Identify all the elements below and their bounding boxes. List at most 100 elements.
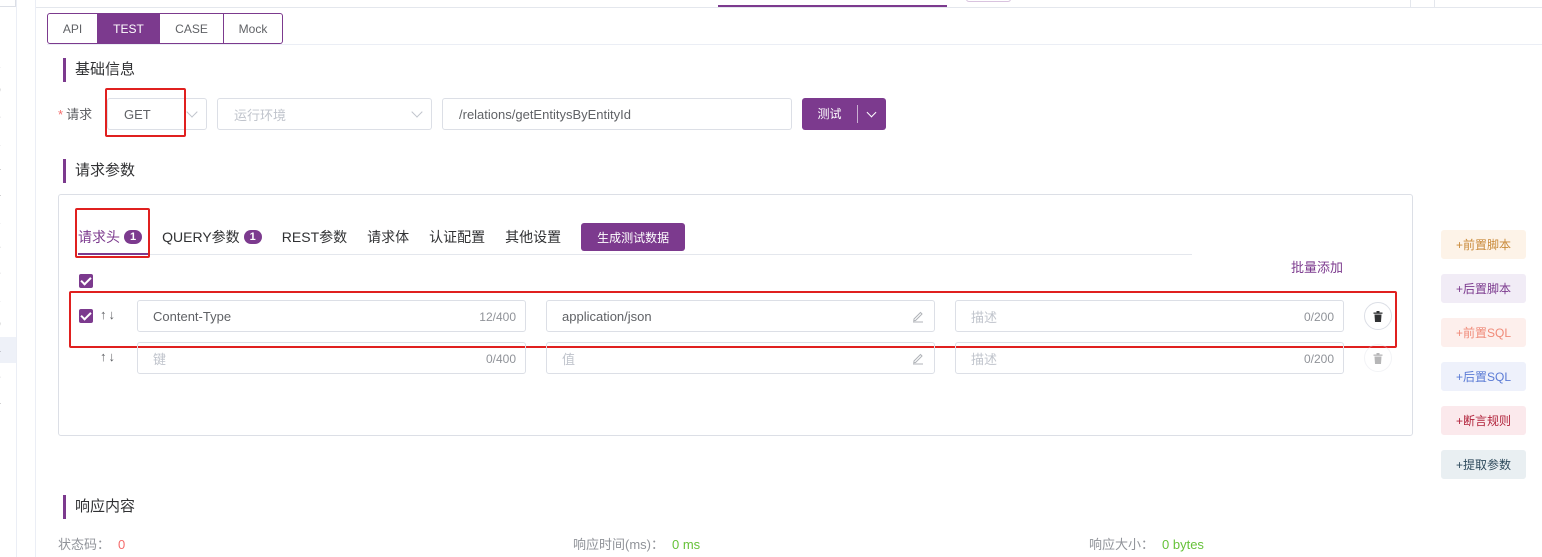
status-code-label: 状态码：: [58, 537, 111, 552]
active-tab-underline: [78, 253, 148, 255]
environment-placeholder: 运行环境: [234, 107, 287, 123]
add-post-sql-button[interactable]: +后置SQL: [1441, 362, 1526, 391]
params-tabs: 请求头 1 QUERY参数 1 REST参数 请求体 认证配置 其他设置 生成测试数…: [78, 222, 686, 252]
generate-test-data-button[interactable]: 生成测试数据: [581, 223, 686, 251]
description-input[interactable]: 描述 0/200: [955, 342, 1344, 374]
description-input[interactable]: 描述 0/200: [955, 300, 1344, 332]
tab-headers[interactable]: 请求头 1: [78, 223, 143, 251]
top-tab-strip: [36, 0, 1542, 8]
add-pre-script-button[interactable]: +前置脚本: [1441, 230, 1526, 259]
section-title-request-params: 请求参数: [63, 159, 135, 183]
row-checkbox[interactable]: [79, 309, 93, 323]
tab-stub[interactable]: [966, 0, 1011, 2]
gutter-number: 4: [0, 343, 16, 357]
tab-api[interactable]: API: [47, 13, 98, 44]
delete-row-button[interactable]: [1364, 344, 1392, 372]
batch-add-link[interactable]: 批量添加: [1291, 257, 1343, 276]
delete-row-button[interactable]: [1364, 302, 1392, 330]
url-value: /relations/getEntitysByEntityId: [459, 106, 631, 122]
tab-label: 其他设置: [505, 229, 562, 245]
value-placeholder: 值: [562, 351, 576, 367]
gutter-number: 4: [0, 161, 16, 175]
value-text: application/json: [562, 308, 652, 324]
gutter-number: 4: [0, 187, 16, 201]
gutter-number: 4: [0, 395, 16, 409]
edit-icon[interactable]: [912, 351, 924, 365]
gutter-number: 2: [0, 213, 16, 227]
test-dropdown-chevron-icon[interactable]: [858, 98, 886, 130]
response-size-label: 响应大小：: [1089, 537, 1155, 552]
add-pre-sql-button[interactable]: +前置SQL: [1441, 318, 1526, 347]
gutter-number: 5: [0, 239, 16, 253]
section-title-basic-info: 基础信息: [63, 58, 135, 82]
add-post-script-button[interactable]: +后置脚本: [1441, 274, 1526, 303]
tabs-baseline: [78, 254, 1192, 255]
char-count: 12/400: [479, 310, 516, 324]
tab-request-body[interactable]: 请求体: [367, 223, 409, 251]
chevron-down-icon: [186, 106, 198, 118]
tab-auth-config[interactable]: 认证配置: [429, 223, 485, 251]
test-button[interactable]: 测试: [802, 98, 886, 130]
char-count: 0/200: [1303, 310, 1334, 324]
mode-tabs: API TEST CASE Mock: [47, 13, 283, 44]
tab-label: 请求头: [78, 229, 120, 245]
key-placeholder: 键: [153, 351, 167, 367]
status-code-value: 0: [118, 537, 126, 552]
trash-icon: [1373, 352, 1383, 364]
method-select[interactable]: GET: [107, 98, 207, 130]
response-size: 响应大小： 0 bytes: [1089, 534, 1204, 553]
tab-case[interactable]: CASE: [160, 13, 224, 44]
test-button-label: 测试: [802, 105, 858, 123]
gutter-number: 1: [0, 135, 16, 149]
required-mark: *: [58, 107, 64, 122]
description-placeholder: 描述: [971, 351, 998, 367]
gutter-number: 2: [0, 57, 16, 71]
tab-label: 请求体: [367, 229, 410, 245]
tab-other-settings[interactable]: 其他设置: [505, 223, 561, 251]
active-tab-indicator: [718, 5, 947, 7]
response-size-value: 0 bytes: [1162, 537, 1204, 552]
gutter-number: 0: [0, 317, 16, 331]
gutter-number: 2: [0, 291, 16, 305]
add-extract-params-button[interactable]: +提取参数: [1441, 450, 1526, 479]
method-value: GET: [124, 106, 151, 122]
url-input[interactable]: /relations/getEntitysByEntityId: [442, 98, 792, 130]
header-value-input[interactable]: 值: [546, 342, 935, 374]
gutter-number: 6: [0, 109, 16, 123]
response-time-value: 0 ms: [672, 537, 701, 552]
gutter-number: 0: [0, 83, 16, 97]
header-key-input[interactable]: Content-Type 12/400: [137, 300, 526, 332]
header-value-input[interactable]: application/json: [546, 300, 935, 332]
tab-label: 认证配置: [429, 229, 486, 245]
tab-label: QUERY参数: [162, 229, 240, 245]
gutter-number: 6: [0, 265, 16, 279]
environment-select[interactable]: 运行环境: [217, 98, 432, 130]
tab-rest-params[interactable]: REST参数: [282, 223, 347, 251]
section-title-response: 响应内容: [63, 495, 135, 519]
tab-mock[interactable]: Mock: [224, 13, 283, 44]
sort-arrows-icon[interactable]: ↑↓: [100, 307, 117, 322]
tab-label: REST参数: [281, 229, 348, 245]
gutter-number: 6: [0, 369, 16, 383]
response-time: 响应时间(ms)： 0 ms: [573, 534, 700, 553]
sort-arrows-icon[interactable]: ↑↓: [100, 349, 117, 364]
tab-test[interactable]: TEST: [98, 13, 160, 44]
add-assertion-button[interactable]: +断言规则: [1441, 406, 1526, 435]
response-time-label: 响应时间(ms)：: [573, 537, 664, 552]
count-badge: 1: [124, 230, 143, 244]
strip-separator: [1434, 0, 1435, 8]
trash-icon: [1373, 310, 1383, 322]
char-count: 0/400: [485, 352, 516, 366]
request-label-text: 请求: [66, 107, 93, 122]
chevron-down-icon: [411, 106, 423, 118]
header-key-input[interactable]: 键 0/400: [137, 342, 526, 374]
count-badge: 1: [243, 230, 262, 244]
status-code: 状态码： 0: [58, 534, 125, 553]
line-gutter: 2 0 6 1 4 4 2 5 6 2 0 4 6 4: [0, 0, 17, 557]
tab-query-params[interactable]: QUERY参数 1: [162, 223, 262, 251]
gutter-top-box: [0, 0, 16, 7]
key-value: Content-Type: [153, 308, 232, 324]
strip-separator: [1410, 0, 1411, 8]
edit-icon[interactable]: [912, 309, 924, 323]
select-all-checkbox[interactable]: [79, 274, 93, 288]
